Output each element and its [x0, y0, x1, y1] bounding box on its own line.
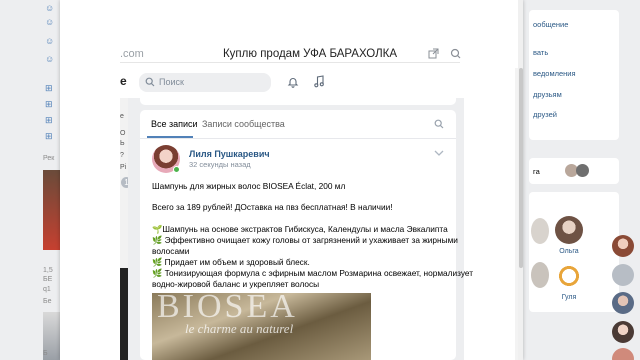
post-text-line: 🌿 Тонизирующая формула с эфирным маслом …: [152, 268, 474, 278]
ad-image[interactable]: [43, 170, 60, 250]
friend-avatar[interactable]: [555, 262, 583, 290]
chat-avatar[interactable]: [612, 235, 634, 257]
action-link[interactable]: вать: [533, 48, 548, 57]
action-link[interactable]: ообщение: [533, 20, 568, 29]
friend-avatar[interactable]: [531, 262, 549, 288]
post-text-line: 🌿 Эффективно очищает кожу головы от загр…: [152, 235, 458, 245]
post-text-line: Шампунь для жирных волос BIOSEA Éclat, 2…: [152, 181, 346, 191]
menu-text: ?: [120, 152, 124, 159]
chevron-down-icon[interactable]: [434, 149, 444, 157]
menu-icon[interactable]: ☺: [45, 55, 54, 64]
menu-text: Рі: [120, 164, 127, 171]
chat-avatar[interactable]: [612, 264, 634, 286]
action-link[interactable]: друзей: [533, 110, 557, 119]
chat-avatar[interactable]: [612, 292, 634, 314]
friend-avatar[interactable]: [531, 218, 549, 244]
menu-icon[interactable]: ⊞: [45, 100, 54, 109]
left-page-text: Б: [43, 350, 48, 357]
search-placeholder: Поиск: [159, 77, 184, 87]
external-link-icon[interactable]: [428, 48, 439, 62]
friend-name[interactable]: Ольга: [552, 248, 586, 255]
menu-icon[interactable]: ⊞: [45, 116, 54, 125]
left-page-text: БЕ: [43, 276, 53, 283]
search-icon[interactable]: [434, 119, 444, 129]
menu-icon[interactable]: ☺: [45, 4, 54, 13]
post-text-line: Всего за 189 рублей! ДОставка на пвз бес…: [152, 202, 393, 212]
left-page-text: Бе: [43, 298, 52, 305]
menu-icon[interactable]: ⊞: [45, 84, 54, 93]
bell-icon[interactable]: [287, 76, 299, 88]
page-title: Куплю продам УФА БАРАХОЛКА: [222, 48, 398, 60]
left-page-text: q1: [43, 286, 51, 293]
menu-text: О: [120, 130, 126, 137]
post-text-line: 🌿 Придает им объем и здоровый блеск.: [152, 257, 310, 267]
menu-icon[interactable]: ☺: [45, 18, 54, 27]
divider: [120, 62, 460, 63]
brand-tagline: le charme au naturel: [185, 321, 294, 336]
tab-all-posts[interactable]: Все записи: [151, 119, 198, 129]
scrollbar-thumb[interactable]: [519, 68, 523, 268]
post-time[interactable]: 32 секунды назад: [189, 160, 251, 169]
inner-scrollbar[interactable]: [515, 68, 518, 360]
vk-logo[interactable]: e: [120, 74, 127, 88]
divider: [140, 138, 456, 139]
left-page-text: 1,5: [43, 267, 53, 274]
menu-text: е: [120, 113, 124, 120]
action-link[interactable]: друзьям: [533, 90, 562, 99]
menu-text: Ь: [120, 140, 125, 147]
tab-community-posts[interactable]: Записи сообщества: [202, 119, 285, 129]
friend-name[interactable]: Гуля: [552, 294, 586, 301]
online-indicator: [173, 166, 180, 173]
post-author[interactable]: Лиля Пушкаревич: [189, 149, 270, 159]
post-text-line: волосами: [152, 246, 190, 256]
music-icon[interactable]: [313, 75, 325, 88]
menu-icon[interactable]: ☺: [45, 37, 54, 46]
friend-avatar[interactable]: [576, 164, 589, 177]
friend-avatar[interactable]: [555, 216, 583, 244]
background-page-left: ☺ ☺ ☺ ☺ ⊞ ⊞ ⊞ ⊞ Рек 1,5 БЕ q1 Бе Б: [0, 0, 60, 360]
chat-avatar[interactable]: [612, 321, 634, 343]
url-fragment[interactable]: .com: [120, 48, 144, 60]
friends-label: га: [533, 167, 540, 176]
action-link[interactable]: ведомления: [533, 69, 576, 78]
left-page-text: Рек: [43, 155, 55, 162]
menu-icon[interactable]: ⊞: [45, 132, 54, 141]
card-edge: [140, 98, 456, 105]
search-icon: [145, 77, 155, 87]
search-icon[interactable]: [450, 48, 461, 62]
post-text-line: 🌱Шампунь на основе экстрактов Гибискуса,…: [152, 224, 448, 234]
